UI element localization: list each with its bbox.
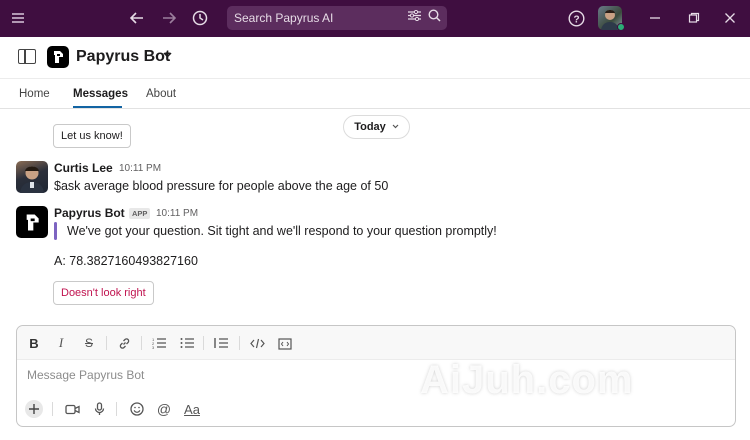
blockquote-icon[interactable] (213, 335, 229, 351)
italic-icon[interactable]: I (53, 335, 69, 351)
avatar[interactable] (16, 206, 48, 238)
avatar[interactable] (16, 161, 48, 193)
answer-text: A: 78.3827160493827160 (54, 254, 198, 268)
toolbar-divider (116, 402, 117, 416)
sidebar-toggle-icon[interactable] (18, 49, 36, 64)
doesnt-look-right-button[interactable]: Doesn't look right (53, 281, 154, 305)
plus-icon[interactable] (25, 400, 43, 418)
back-arrow-icon[interactable] (127, 8, 147, 28)
papyrus-logo-icon (47, 46, 69, 68)
ordered-list-icon[interactable]: 123 (151, 335, 167, 351)
message-timestamp[interactable]: 10:11 PM (156, 208, 198, 219)
help-icon[interactable]: ? (566, 8, 586, 28)
app-badge: APP (129, 208, 151, 219)
microphone-icon[interactable] (90, 400, 108, 418)
history-icon[interactable] (190, 8, 210, 28)
tab-about[interactable]: About (146, 88, 176, 100)
message-sender[interactable]: Papyrus Bot (54, 206, 125, 220)
page-title[interactable]: Papyrus Bot (76, 48, 170, 66)
channel-header: Papyrus Bot (0, 37, 750, 79)
code-icon[interactable] (249, 335, 265, 351)
toolbar-divider (106, 336, 107, 350)
message-composer: B I S 123 Message Papyrus Bot @ Aa (16, 325, 736, 427)
mention-icon[interactable]: @ (155, 400, 173, 418)
search-input[interactable]: Search Papyrus AI (227, 6, 447, 30)
message-text: $ask average blood pressure for people a… (54, 179, 389, 193)
close-icon[interactable] (720, 8, 740, 28)
bold-icon[interactable]: B (26, 335, 42, 351)
active-tab-indicator (73, 106, 122, 108)
strikethrough-icon[interactable]: S (81, 335, 97, 351)
video-icon[interactable] (63, 400, 81, 418)
search-icon[interactable] (428, 9, 441, 25)
message-quote: We've got your question. Sit tight and w… (67, 224, 497, 238)
chevron-down-icon (392, 124, 399, 131)
minimize-icon[interactable] (645, 8, 665, 28)
format-toggle-icon[interactable]: Aa (181, 400, 203, 418)
code-block-icon[interactable] (277, 335, 293, 351)
let-us-know-button[interactable]: Let us know! (53, 124, 131, 148)
message-sender[interactable]: Curtis Lee (54, 161, 113, 175)
toolbar-divider (239, 336, 240, 350)
toolbar-divider (141, 336, 142, 350)
restore-icon[interactable] (684, 8, 704, 28)
svg-text:?: ? (573, 14, 579, 25)
tab-messages[interactable]: Messages (73, 88, 128, 100)
search-placeholder: Search Papyrus AI (234, 11, 334, 25)
quote-bar (54, 222, 57, 240)
message-input[interactable]: Message Papyrus Bot (27, 368, 144, 382)
toolbar-divider (52, 402, 53, 416)
presence-indicator (617, 23, 625, 31)
formatting-toolbar: B I S 123 (17, 326, 735, 360)
tab-home[interactable]: Home (19, 88, 50, 100)
date-label: Today (354, 121, 386, 133)
toolbar-divider (203, 336, 204, 350)
title-bar: Search Papyrus AI ? (0, 0, 750, 37)
tab-bar: Home Messages About (0, 80, 750, 109)
forward-arrow-icon[interactable] (159, 8, 179, 28)
menu-icon[interactable] (8, 8, 28, 28)
svg-text:3: 3 (152, 345, 155, 349)
bulleted-list-icon[interactable] (179, 335, 195, 351)
link-icon[interactable] (116, 335, 132, 351)
chevron-down-icon[interactable] (163, 49, 172, 61)
date-divider[interactable]: Today (343, 115, 410, 139)
emoji-icon[interactable] (128, 400, 146, 418)
message-timestamp[interactable]: 10:11 PM (119, 163, 161, 174)
filter-icon[interactable] (408, 9, 421, 24)
